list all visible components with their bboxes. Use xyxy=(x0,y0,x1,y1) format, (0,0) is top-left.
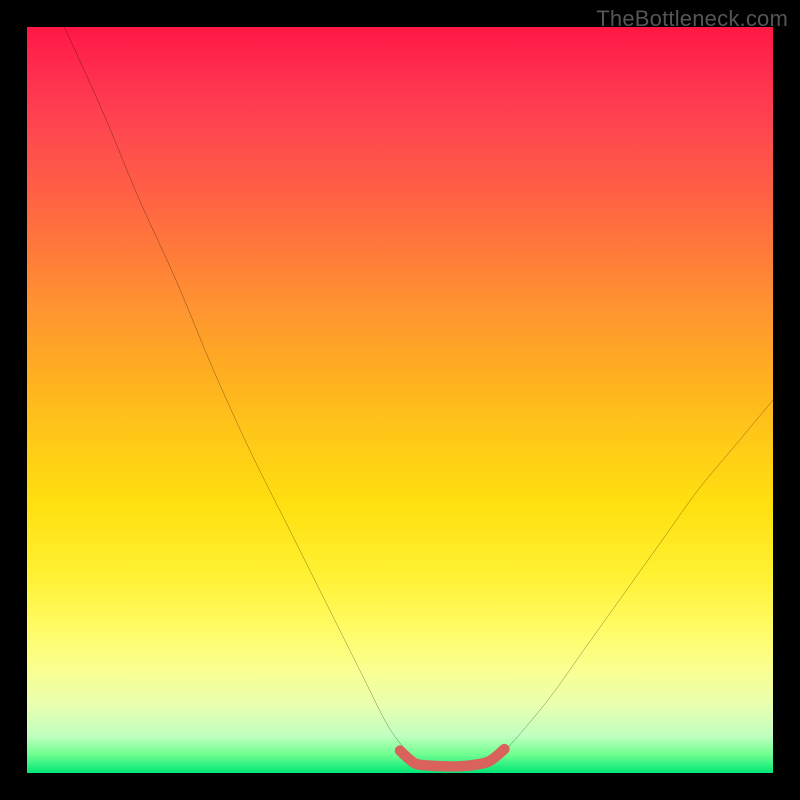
chart-svg xyxy=(27,27,773,773)
plot-area xyxy=(27,27,773,773)
black-curve-path xyxy=(64,27,773,766)
watermark-text: TheBottleneck.com xyxy=(596,6,788,32)
red-highlight-path xyxy=(400,749,504,766)
